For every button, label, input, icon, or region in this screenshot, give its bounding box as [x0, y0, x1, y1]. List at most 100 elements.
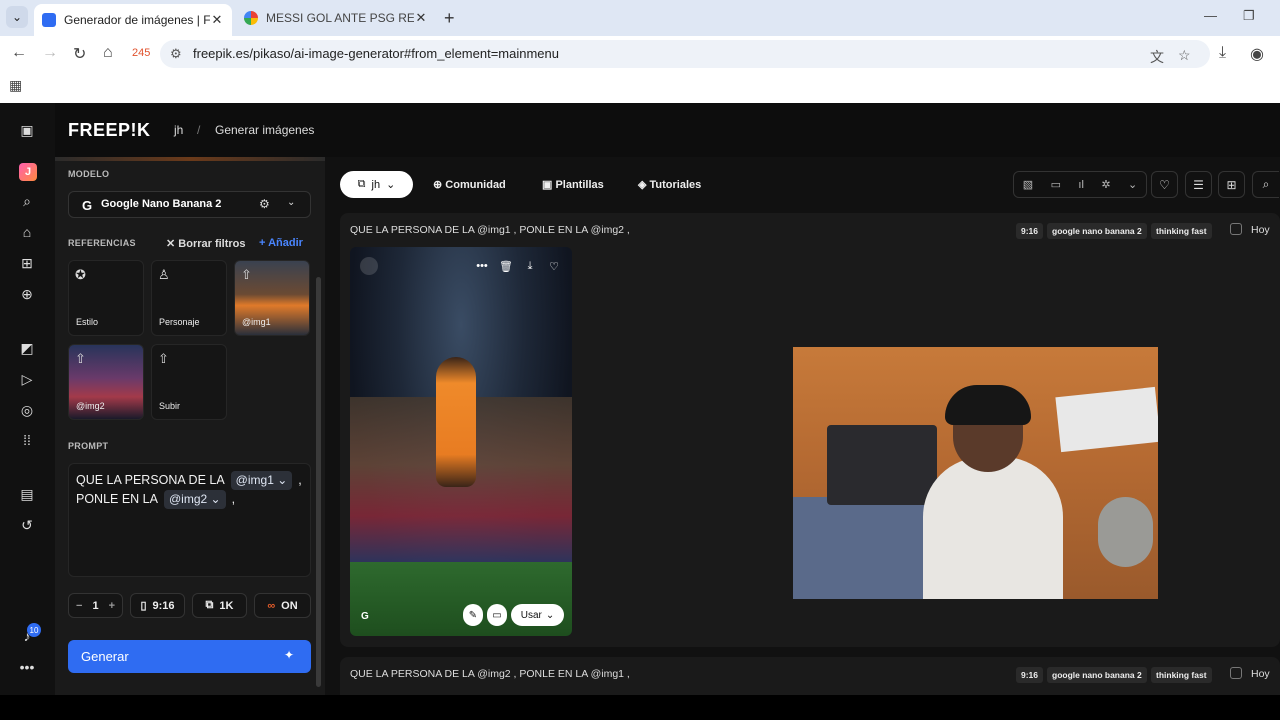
tab-youtube-search[interactable]: MESSI GOL ANTE PSG REMONTADA ✕: [236, 4, 436, 32]
reference-img1-card[interactable]: ⇧ @img1: [234, 260, 310, 336]
video-tool-icon[interactable]: ▷: [18, 370, 36, 388]
clear-filters-button[interactable]: ✕ Borrar filtros: [166, 237, 246, 250]
nav-community[interactable]: ⊕ Comunidad: [433, 178, 506, 191]
image-tool-icon[interactable]: ◩: [18, 339, 36, 357]
tag-model: google nano banana 2: [1047, 223, 1147, 239]
aspect-ratio-button[interactable]: ▯ 9:16: [130, 593, 185, 618]
gallery-icon[interactable]: ▤: [18, 485, 36, 503]
download-icon[interactable]: ⤓: [519, 257, 541, 275]
freepik-logo[interactable]: FREEP!K: [68, 120, 151, 141]
resolution-value: 1K: [219, 599, 234, 612]
new-tab-plus-icon[interactable]: +: [444, 8, 455, 29]
trash-icon[interactable]: 🗑: [495, 257, 517, 275]
generation-date: Hoy: [1251, 224, 1270, 236]
model-name: Google Nano Banana 2: [101, 198, 222, 210]
nav-label: Tutoriales: [649, 179, 702, 191]
breadcrumb-workspace[interactable]: jh: [174, 123, 183, 137]
generated-image[interactable]: ••• 🗑 ⤓ ♡ G ✎ ▭ Usar ⌄: [350, 247, 572, 636]
home-icon[interactable]: ⌂: [103, 44, 113, 62]
grid-view-icon[interactable]: ⊞: [1218, 171, 1245, 198]
app-header: FREEP!K jh / Generar imágenes: [55, 103, 1280, 157]
reference-img2-card[interactable]: ⇧ @img2: [68, 344, 144, 420]
resolution-button[interactable]: ⧉ 1K: [192, 593, 247, 618]
assets-filter-icon[interactable]: ✲: [1101, 178, 1110, 191]
avatar[interactable]: J: [19, 163, 37, 181]
unlimited-toggle[interactable]: ∞ ON: [254, 593, 311, 618]
filters-sliders-icon[interactable]: ☰: [1185, 171, 1212, 198]
bookmark-star-icon[interactable]: ☆: [1178, 47, 1191, 64]
reload-icon[interactable]: ↻: [73, 44, 86, 64]
tab-search-chevron-icon[interactable]: ⌄: [6, 6, 28, 28]
panel-scrollbar[interactable]: [316, 277, 321, 687]
google-logo-icon: G: [82, 198, 93, 213]
video-camera-icon[interactable]: ▭: [487, 604, 507, 626]
back-arrow-icon[interactable]: ←: [11, 44, 27, 62]
restore-icon[interactable]: ❐: [1243, 8, 1255, 24]
url-text[interactable]: freepik.es/pikaso/ai-image-generator#fro…: [193, 46, 559, 61]
generate-label: Generar: [81, 649, 129, 664]
select-checkbox[interactable]: [1230, 223, 1242, 235]
quantity-stepper[interactable]: − 1 +: [68, 593, 123, 618]
select-circle[interactable]: [360, 257, 378, 275]
tag-mode: thinking fast: [1151, 223, 1212, 239]
prompt-input[interactable]: QUE LA PERSONA DE LA @img1 ⌄, PONLE EN LA…: [68, 463, 311, 577]
model-select[interactable]: G Google Nano Banana 2 ⚙ ⌄: [68, 191, 311, 218]
prompt-text: QUE LA PERSONA DE LA: [76, 473, 225, 487]
nav-templates[interactable]: ▣ Plantillas: [542, 178, 604, 191]
close-icon[interactable]: ✕: [414, 10, 428, 26]
address-bar[interactable]: ⚙ freepik.es/pikaso/ai-image-generator#f…: [160, 40, 1210, 68]
person-icon: ♙: [158, 267, 170, 282]
upload-icon: ⇧: [158, 351, 169, 366]
all-tools-grid-icon[interactable]: ⁞⁞: [18, 431, 36, 449]
minus-button[interactable]: −: [76, 600, 82, 612]
img1-mention-chip[interactable]: @img1 ⌄: [230, 471, 293, 490]
forward-arrow-icon[interactable]: →: [42, 44, 58, 62]
more-options-icon[interactable]: •••: [471, 257, 493, 275]
apps-grid-icon[interactable]: ▦: [9, 77, 22, 94]
nav-tutorials[interactable]: ◈ Tutoriales: [638, 178, 701, 191]
chevron-down-icon[interactable]: ⌄: [1128, 178, 1137, 191]
heart-icon[interactable]: ♡: [543, 257, 565, 275]
sidebar-toggle-icon[interactable]: ▣: [18, 121, 36, 139]
search-icon[interactable]: ⌕: [1252, 171, 1279, 198]
add-reference-button[interactable]: + Añadir: [259, 237, 303, 249]
img2-mention-chip[interactable]: @img2 ⌄: [163, 490, 226, 509]
extension-counter[interactable]: 245: [132, 47, 150, 59]
reference-label: Estilo: [76, 317, 99, 327]
audio-filter-icon[interactable]: ıl: [1078, 179, 1084, 191]
plus-button[interactable]: +: [109, 600, 115, 612]
home-icon[interactable]: ⌂: [18, 223, 36, 241]
model-settings-icon[interactable]: ⚙: [259, 197, 270, 211]
image-filter-icon[interactable]: ▧: [1023, 178, 1033, 191]
translate-icon[interactable]: 文: [1150, 47, 1164, 67]
video-filter-icon[interactable]: ▭: [1051, 178, 1061, 191]
workspace-selector[interactable]: ⧉ jh ⌄: [340, 171, 413, 198]
minimize-icon[interactable]: —: [1204, 8, 1217, 23]
generate-button[interactable]: Generar ✦: [68, 640, 311, 673]
quantity-value: 1: [92, 599, 99, 612]
use-button[interactable]: Usar ⌄: [511, 604, 564, 626]
screen-bottom-edge: [0, 695, 1280, 720]
more-icon[interactable]: •••: [18, 658, 36, 676]
reference-style-card[interactable]: ✪ Estilo: [68, 260, 144, 336]
reference-upload-card[interactable]: ⇧ Subir: [151, 344, 227, 420]
globe-icon[interactable]: ⊕: [18, 285, 36, 303]
site-info-icon[interactable]: ⚙: [170, 46, 182, 62]
edit-pencil-icon[interactable]: ✎: [463, 604, 483, 626]
select-checkbox[interactable]: [1230, 667, 1242, 679]
favorites-heart-icon[interactable]: ♡: [1151, 171, 1178, 198]
search-icon[interactable]: ⌕: [18, 192, 36, 210]
tab-freepik[interactable]: Generador de imágenes | Freepik ✕: [34, 4, 232, 36]
breadcrumb-separator: /: [197, 123, 201, 137]
profile-icon[interactable]: ◉: [1250, 44, 1264, 64]
reference-character-card[interactable]: ♙ Personaje: [151, 260, 227, 336]
history-icon[interactable]: ↺: [18, 516, 36, 534]
tag-mode: thinking fast: [1151, 667, 1212, 683]
apps-icon[interactable]: ⊞: [18, 254, 36, 272]
webcam-poster: [1055, 386, 1158, 453]
freepik-app: ▣ J ⌕ ⌂ ⊞ ⊕ ◩ ▷ ◎ ⁞⁞ ▤ ↺ ♪ 10 ••• FREEP!…: [0, 103, 1280, 707]
audio-tool-icon[interactable]: ◎: [18, 401, 36, 419]
prompt-text: PONLE EN LA: [76, 492, 158, 506]
close-icon[interactable]: ✕: [210, 12, 224, 28]
download-icon[interactable]: ⤓: [1219, 44, 1226, 62]
